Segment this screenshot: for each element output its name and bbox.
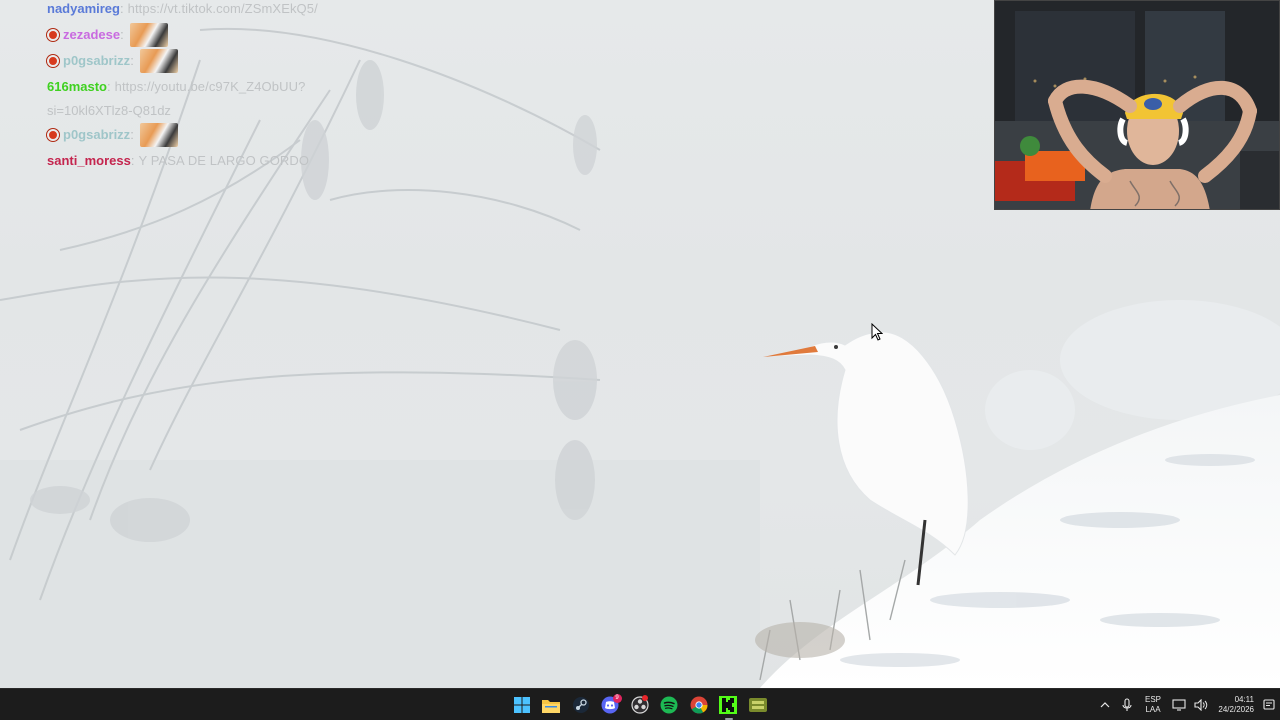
chat-text-continued: si=10kl6XTlz8-Q81dz (47, 103, 171, 118)
microphone-icon (1122, 698, 1132, 711)
language-code: ESP (1144, 695, 1161, 704)
taskbar-apps: 9 (507, 689, 773, 720)
chat-message: p0gsabrizz: (47, 48, 367, 74)
webcam-feed (995, 1, 1279, 209)
subscriber-badge-icon (47, 129, 59, 141)
chat-username: nadyamireg (47, 1, 120, 16)
notification-icon (1263, 699, 1275, 710)
start-button[interactable] (507, 689, 537, 720)
chat-message: 616masto: https://youtu.be/c97K_Z4ObUU? (47, 74, 367, 100)
speaker-icon (1194, 699, 1208, 711)
clock-button[interactable]: 04:11 24/2/2026 (1212, 695, 1258, 715)
chat-username: p0gsabrizz (63, 53, 131, 68)
kick-icon (719, 696, 738, 714)
show-hidden-icons-button[interactable] (1094, 689, 1116, 720)
steam-button[interactable] (566, 689, 596, 720)
folder-icon (542, 699, 561, 713)
clock-date: 24/2/2026 (1218, 705, 1254, 714)
egret (762, 331, 969, 586)
microphone-button[interactable] (1116, 689, 1138, 720)
chat-message: p0gsabrizz: (47, 122, 367, 148)
chrome-button[interactable] (684, 689, 714, 720)
chat-text: https://youtu.be/c97K_Z4ObUU? (114, 79, 306, 94)
chat-message: santi_moress: Y PASA DE LARGO GORDO (47, 148, 367, 174)
file-explorer-button[interactable] (537, 689, 567, 720)
network-button[interactable] (1168, 689, 1190, 720)
chat-colon: : (120, 27, 124, 42)
chat-username: 616masto (47, 79, 107, 94)
discord-button[interactable]: 9 (596, 689, 626, 720)
mouse-cursor-icon (871, 323, 883, 341)
spotify-icon (660, 696, 678, 714)
chrome-icon (690, 696, 708, 714)
volume-button[interactable] (1190, 689, 1212, 720)
taskbar: 9 ESP LAA 04:11 24/2/2026 (0, 688, 1280, 720)
chat-colon: : (130, 153, 135, 168)
chat-username: santi_moress (47, 153, 131, 168)
emote-icon (139, 123, 178, 147)
chat-username: zezadese (63, 27, 121, 42)
chat-colon: : (130, 127, 134, 142)
chat-colon: : (130, 53, 134, 68)
spotify-button[interactable] (655, 689, 685, 720)
notifications-button[interactable] (1258, 689, 1280, 720)
emote-icon (139, 49, 178, 73)
chat-text: Y PASA DE LARGO GORDO (138, 153, 310, 168)
emote-icon (129, 23, 168, 47)
chat-message: zezadese: (47, 22, 367, 48)
app-icon (748, 698, 767, 712)
network-icon (1172, 699, 1186, 711)
steam-icon (572, 697, 589, 713)
notification-badge: 9 (612, 694, 622, 703)
kick-button[interactable] (714, 689, 744, 720)
webcam-overlay (994, 0, 1280, 210)
chat-username: p0gsabrizz (63, 127, 131, 142)
stream-chat-overlay: nadyamireg: https://vt.tiktok.com/ZSmXEk… (47, 0, 367, 174)
chat-colon: : (119, 1, 124, 16)
input-language-button[interactable]: ESP LAA (1140, 695, 1166, 715)
keyboard-layout: LAA (1145, 705, 1161, 714)
recording-dot (642, 695, 648, 701)
chat-colon: : (106, 79, 111, 94)
windows-icon (513, 697, 530, 713)
subscriber-badge-icon (47, 55, 59, 67)
chat-text: https://vt.tiktok.com/ZSmXEkQ5/ (127, 1, 318, 16)
subscriber-badge-icon (47, 29, 59, 41)
system-tray: ESP LAA 04:11 24/2/2026 (1094, 689, 1280, 720)
chat-message: nadyamireg: https://vt.tiktok.com/ZSmXEk… (47, 0, 367, 22)
chevron-up-icon (1100, 702, 1110, 708)
obs-button[interactable] (625, 689, 655, 720)
clock-time: 04:11 (1234, 695, 1254, 704)
app-button[interactable] (743, 689, 773, 720)
